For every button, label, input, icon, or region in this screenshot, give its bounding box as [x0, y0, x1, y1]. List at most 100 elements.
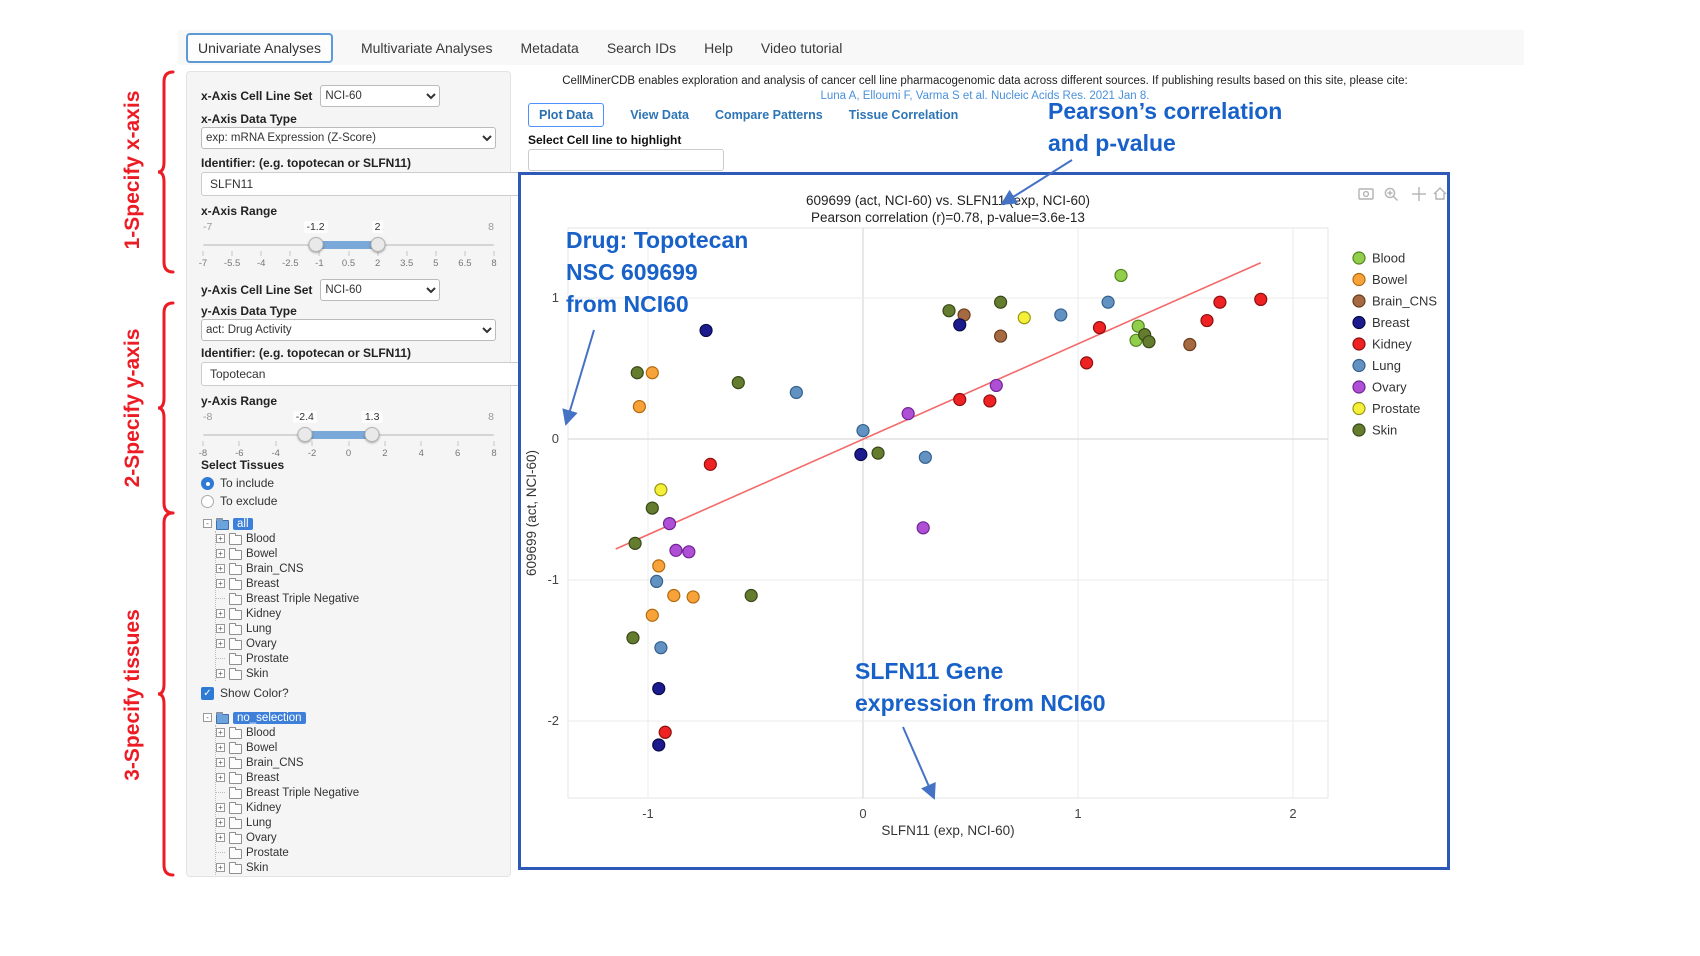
y-axis-cell-line-set-select[interactable]: NCI-60: [320, 279, 440, 301]
data-point-lung[interactable]: [655, 642, 667, 654]
legend-item-ovary[interactable]: Ovary: [1353, 380, 1407, 395]
tab-plot-data[interactable]: Plot Data: [528, 103, 604, 127]
data-point-skin[interactable]: [745, 590, 757, 602]
data-point-kidney[interactable]: [1094, 322, 1106, 334]
data-point-bowel[interactable]: [668, 590, 680, 602]
tissue-node-lung[interactable]: +Lung: [216, 815, 500, 830]
tissue-node-kidney[interactable]: +Kidney: [216, 606, 500, 621]
show-color-checkbox-row[interactable]: ✓ Show Color?: [201, 686, 496, 700]
slider-selected-range[interactable]: [316, 241, 378, 249]
nav-search-ids[interactable]: Search IDs: [607, 40, 676, 56]
data-point-brain-cns[interactable]: [995, 330, 1007, 342]
tissue-node-skin[interactable]: +Skin: [216, 860, 500, 875]
data-point-skin[interactable]: [627, 632, 639, 644]
x-axis-data-type-select[interactable]: exp: mRNA Expression (Z-Score): [201, 127, 496, 149]
pan-icon[interactable]: [1412, 187, 1426, 201]
collapse-icon[interactable]: -: [203, 713, 212, 722]
tissue-node-bowel[interactable]: +Bowel: [216, 740, 500, 755]
tissue-node-prostate[interactable]: Prostate: [216, 651, 500, 666]
data-point-breast[interactable]: [855, 449, 867, 461]
legend-item-lung[interactable]: Lung: [1353, 358, 1401, 373]
tab-view-data[interactable]: View Data: [630, 108, 689, 122]
data-point-bowel[interactable]: [646, 609, 658, 621]
slider-handle-to[interactable]: [370, 237, 385, 252]
data-point-ovary[interactable]: [683, 546, 695, 558]
data-point-skin[interactable]: [646, 502, 658, 514]
expand-icon[interactable]: +: [216, 758, 225, 767]
data-point-breast[interactable]: [653, 739, 665, 751]
data-point-kidney[interactable]: [1201, 315, 1213, 327]
data-point-kidney[interactable]: [1255, 293, 1267, 305]
expand-icon[interactable]: +: [216, 863, 225, 872]
nav-help[interactable]: Help: [704, 40, 733, 56]
slider-handle-from[interactable]: [297, 427, 312, 442]
legend-item-breast[interactable]: Breast: [1353, 315, 1410, 330]
highlight-cell-line-input[interactable]: [528, 149, 724, 171]
tissue-node-breast[interactable]: +Breast: [216, 576, 500, 591]
expand-icon[interactable]: +: [216, 579, 225, 588]
radio-button-icon[interactable]: [201, 495, 214, 508]
expand-icon[interactable]: +: [216, 833, 225, 842]
tissue-node-prostate[interactable]: Prostate: [216, 845, 500, 860]
tissue-node-blood[interactable]: +Blood: [216, 725, 500, 740]
y-axis-data-type-select[interactable]: act: Drug Activity: [201, 319, 496, 341]
data-point-skin[interactable]: [732, 377, 744, 389]
nav-video-tutorial[interactable]: Video tutorial: [761, 40, 842, 56]
expand-icon[interactable]: +: [216, 609, 225, 618]
expand-icon[interactable]: +: [216, 803, 225, 812]
data-point-breast[interactable]: [700, 324, 712, 336]
expand-icon[interactable]: +: [216, 743, 225, 752]
data-point-ovary[interactable]: [664, 518, 676, 530]
tissue-node-ovary[interactable]: +Ovary: [216, 636, 500, 651]
data-point-bowel[interactable]: [653, 560, 665, 572]
legend-item-bowel[interactable]: Bowel: [1353, 272, 1408, 287]
slider-selected-range[interactable]: [305, 431, 372, 439]
nav-metadata[interactable]: Metadata: [520, 40, 578, 56]
legend-item-prostate[interactable]: Prostate: [1353, 401, 1420, 416]
expand-icon[interactable]: +: [216, 564, 225, 573]
expand-icon[interactable]: +: [216, 773, 225, 782]
tissue-node-brain-cns[interactable]: +Brain_CNS: [216, 755, 500, 770]
data-point-ovary[interactable]: [670, 544, 682, 556]
nav-univariate-analyses[interactable]: Univariate Analyses: [186, 33, 333, 63]
slider-handle-from[interactable]: [308, 237, 323, 252]
x-axis-range-slider[interactable]: -78-1.22-7-5.5-4-2.5-10.523.556.58: [203, 218, 494, 276]
data-point-skin[interactable]: [1143, 336, 1155, 348]
tissue-tree-root-all[interactable]: -all: [203, 516, 500, 531]
data-point-bowel[interactable]: [687, 591, 699, 603]
expand-icon[interactable]: +: [216, 639, 225, 648]
legend-item-kidney[interactable]: Kidney: [1353, 337, 1412, 352]
data-point-ovary[interactable]: [917, 522, 929, 534]
expand-icon[interactable]: +: [216, 549, 225, 558]
data-point-kidney[interactable]: [984, 395, 996, 407]
data-point-kidney[interactable]: [954, 394, 966, 406]
citation-link[interactable]: Luna A, Elloumi F, Varma S et al. Nuclei…: [520, 89, 1450, 104]
expand-icon[interactable]: +: [216, 669, 225, 678]
data-point-bowel[interactable]: [646, 367, 658, 379]
data-point-breast[interactable]: [653, 683, 665, 695]
tab-tissue-correlation[interactable]: Tissue Correlation: [849, 108, 959, 122]
camera-icon[interactable]: [1359, 189, 1373, 199]
data-point-kidney[interactable]: [659, 726, 671, 738]
reset-axes-icon[interactable]: [1434, 188, 1446, 199]
data-point-skin[interactable]: [872, 447, 884, 459]
expand-icon[interactable]: +: [216, 624, 225, 633]
slider-handle-to[interactable]: [365, 427, 380, 442]
tissue-node-blood[interactable]: +Blood: [216, 531, 500, 546]
y-axis-identifier-input[interactable]: [201, 362, 524, 386]
data-point-blood[interactable]: [1115, 269, 1127, 281]
data-point-brain-cns[interactable]: [1184, 339, 1196, 351]
data-point-skin[interactable]: [629, 537, 641, 549]
legend-item-skin[interactable]: Skin: [1353, 423, 1397, 438]
data-point-skin[interactable]: [943, 305, 955, 317]
checkbox-checked-icon[interactable]: ✓: [201, 687, 214, 700]
radio-button-icon[interactable]: [201, 477, 214, 490]
data-point-kidney[interactable]: [1214, 296, 1226, 308]
data-point-lung[interactable]: [919, 451, 931, 463]
tissue-node-breast-triple-negative[interactable]: Breast Triple Negative: [216, 591, 500, 606]
data-point-kidney[interactable]: [704, 458, 716, 470]
data-point-prostate[interactable]: [1018, 312, 1030, 324]
data-point-breast[interactable]: [954, 319, 966, 331]
expand-icon[interactable]: +: [216, 534, 225, 543]
data-point-bowel[interactable]: [633, 401, 645, 413]
